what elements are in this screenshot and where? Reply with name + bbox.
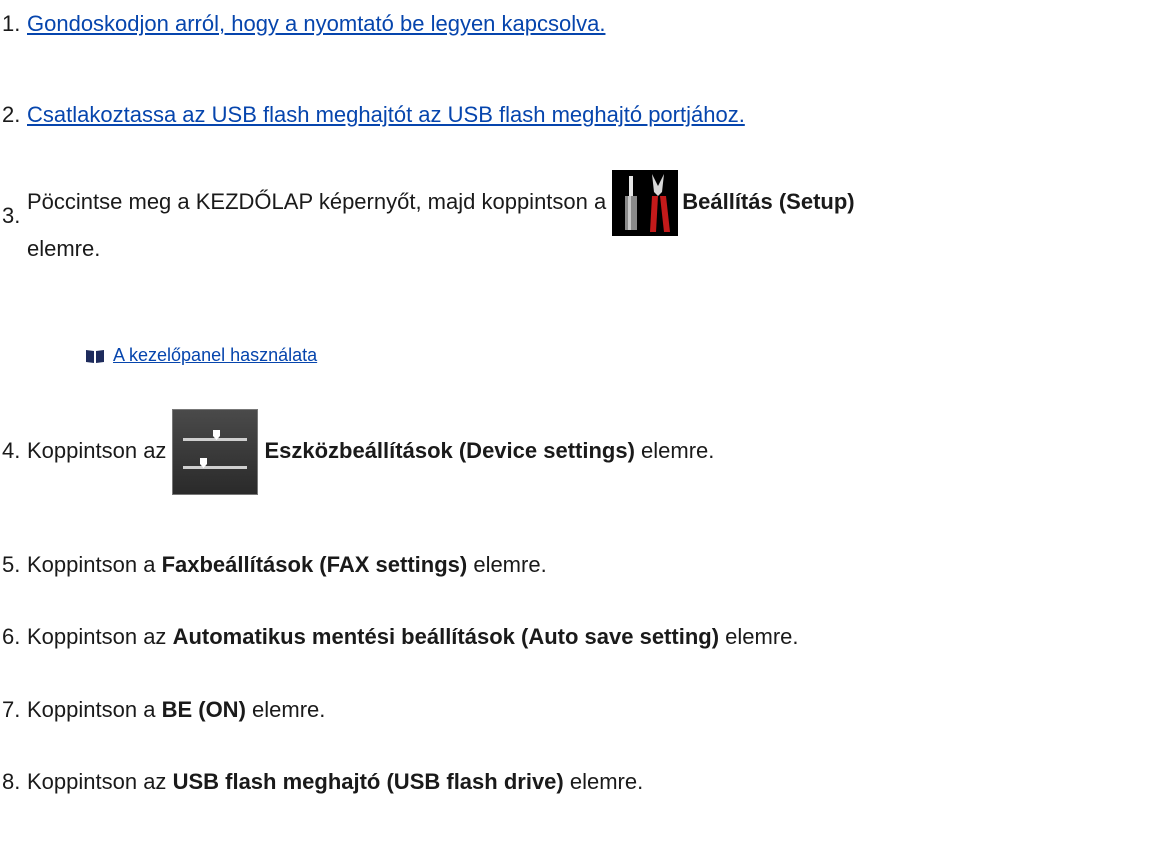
step-3-text: Pöccintse meg a KEZDŐLAP képernyőt, majd…	[27, 188, 607, 214]
step-3-suffix: elemre.	[27, 236, 101, 261]
step-8-suffix: elemre.	[569, 769, 644, 794]
sublink: A kezelőpanel használata	[85, 343, 317, 370]
step-7-bold: BE (ON)	[161, 697, 246, 722]
device-settings-icon	[172, 409, 259, 496]
operation-panel-link[interactable]: A kezelőpanel használata	[113, 345, 317, 365]
step-4-suffix: elemre.	[641, 438, 715, 463]
book-icon	[85, 346, 105, 370]
step-6-text: Koppintson az	[27, 624, 167, 649]
step-4-bold: Eszközbeállítások (Device settings)	[264, 438, 635, 463]
step-2-link[interactable]: Csatlakoztassa az USB flash meghajtót az…	[27, 102, 745, 127]
tools-icon	[612, 170, 679, 236]
step-8-text: Koppintson az	[27, 769, 167, 794]
step-5-text: Koppintson a	[27, 552, 156, 577]
step-5-suffix: elemre.	[473, 552, 547, 577]
step-1-link[interactable]: Gondoskodjon arról, hogy a nyomtató be l…	[27, 11, 605, 36]
step-7-suffix: elemre.	[252, 697, 326, 722]
step-6-suffix: elemre.	[725, 624, 799, 649]
step-8-bold: USB flash meghajtó (USB flash drive)	[172, 769, 564, 794]
step-5-bold: Faxbeállítások (FAX settings)	[161, 552, 468, 577]
step-6-bold: Automatikus mentési beállítások (Auto sa…	[172, 624, 720, 649]
step-3-bold: Beállítás (Setup)	[682, 188, 855, 214]
instructions-page: 1. Gondoskodjon arról, hogy a nyomtató b…	[0, 0, 1169, 849]
step-7-text: Koppintson a	[27, 697, 156, 722]
step-4-text: Koppintson az	[27, 438, 167, 463]
